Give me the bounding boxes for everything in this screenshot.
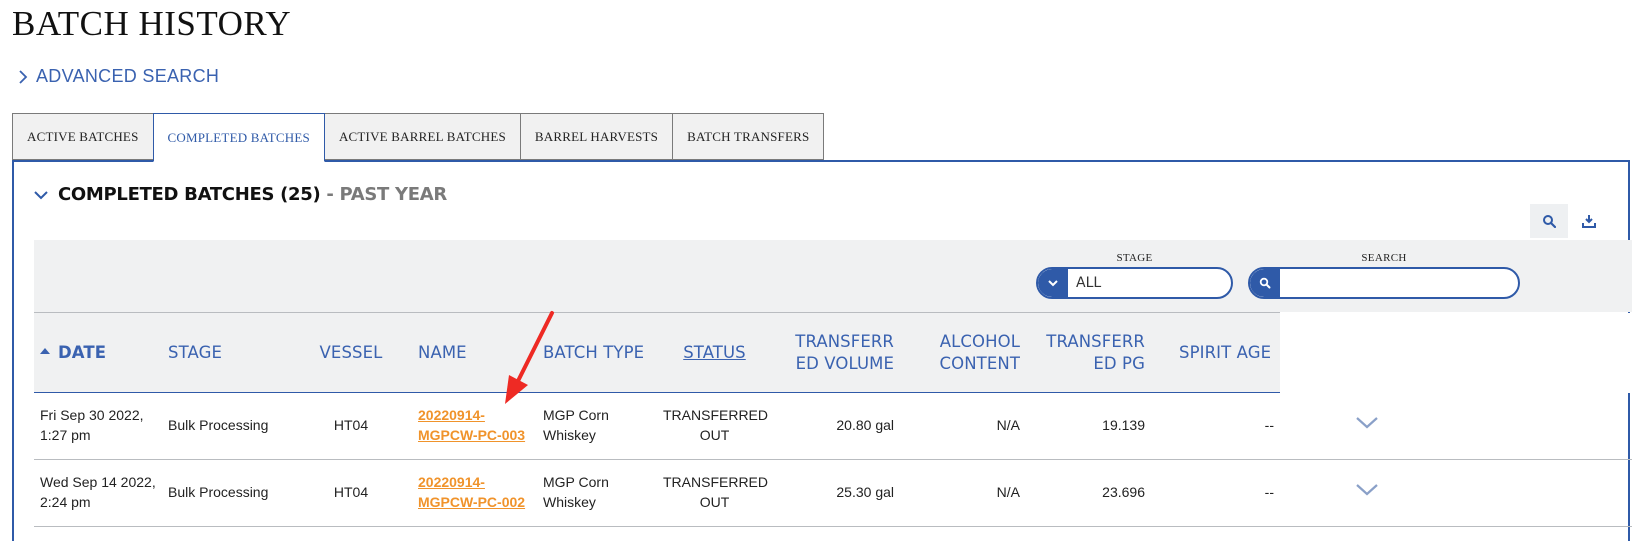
search-filter-label: SEARCH xyxy=(1361,252,1407,264)
section-title: COMPLETED BATCHES (25) xyxy=(58,184,321,205)
completed-batches-panel: COMPLETED BATCHES (25) - PAST YEAR STAGE… xyxy=(12,160,1632,541)
cell-transferred-volume: 20.80 gal xyxy=(836,417,894,434)
cell-batch-type: MGP Corn Whiskey xyxy=(543,407,609,443)
cell-date: Wed Sep 14 2022, 2:24 pm xyxy=(40,474,156,510)
table-row: Fri Sep 30 2022, 1:27 pm Bulk Processing… xyxy=(34,393,1632,460)
row-expand-button[interactable] xyxy=(1280,460,1632,527)
cell-alcohol-content: N/A xyxy=(996,417,1020,434)
search-icon xyxy=(1259,277,1271,289)
cell-vessel: HT04 xyxy=(333,417,369,434)
table-row: Wed Sep 14 2022, 2:24 pm Bulk Processing… xyxy=(34,460,1632,527)
expand-chevron-icon xyxy=(1356,417,1378,429)
cell-status: TRANSFERRED OUT xyxy=(663,474,769,510)
batches-table: DATE STAGE VESSEL NAME BATCH TYPE STATUS… xyxy=(34,312,1632,527)
download-icon xyxy=(1582,215,1596,228)
page-title: BATCH HISTORY xyxy=(12,4,292,43)
cell-transferred-pg: 23.696 xyxy=(1102,484,1145,501)
batch-name-link[interactable]: 20220914-MGPCW-PC-003 xyxy=(412,393,537,460)
section-header[interactable]: COMPLETED BATCHES (25) - PAST YEAR xyxy=(34,184,447,205)
column-header-date[interactable]: DATE xyxy=(34,312,162,393)
cell-vessel: HT04 xyxy=(333,484,369,501)
advanced-search-label: ADVANCED SEARCH xyxy=(36,66,220,86)
column-header-alcohol-content[interactable]: ALCOHOL CONTENT xyxy=(900,312,1026,393)
cell-stage: Bulk Processing xyxy=(168,417,269,434)
column-header-spirit-age[interactable]: SPIRIT AGE xyxy=(1151,312,1280,393)
export-button[interactable] xyxy=(1570,204,1608,238)
cell-alcohol-content: N/A xyxy=(996,484,1020,501)
cell-spirit-age: -- xyxy=(1264,484,1274,501)
row-expand-button[interactable] xyxy=(1280,393,1632,460)
search-input[interactable] xyxy=(1280,269,1518,297)
column-header-stage[interactable]: STAGE xyxy=(162,312,290,393)
column-header-name[interactable]: NAME xyxy=(412,312,537,393)
column-header-transferred-pg[interactable]: TRANSFERR ED PG xyxy=(1026,312,1151,393)
cell-date: Fri Sep 30 2022, 1:27 pm xyxy=(40,407,144,443)
cell-transferred-pg: 19.139 xyxy=(1102,417,1145,434)
sort-up-icon xyxy=(40,348,50,355)
chevron-right-icon xyxy=(19,69,28,84)
tab-active-batches[interactable]: ACTIVE BATCHES xyxy=(12,113,154,160)
table-header-row: DATE STAGE VESSEL NAME BATCH TYPE STATUS… xyxy=(34,312,1632,393)
batch-name-link[interactable]: 20220914-MGPCW-PC-002 xyxy=(412,460,537,527)
filter-bar: STAGE ALL SEARCH xyxy=(34,240,1632,312)
tab-completed-batches[interactable]: COMPLETED BATCHES xyxy=(152,113,325,162)
chevron-down-icon xyxy=(34,190,48,199)
column-header-status[interactable]: STATUS xyxy=(657,312,772,393)
tab-barrel-harvests[interactable]: BARREL HARVESTS xyxy=(519,113,674,160)
cell-transferred-volume: 25.30 gal xyxy=(836,484,894,501)
search-icon xyxy=(1543,215,1556,228)
column-header-transferred-volume[interactable]: TRANSFERR ED VOLUME xyxy=(772,312,900,393)
cell-status: TRANSFERRED OUT xyxy=(663,407,769,443)
stage-select[interactable]: ALL xyxy=(1036,267,1233,299)
tab-active-barrel-batches[interactable]: ACTIVE BARREL BATCHES xyxy=(323,113,521,160)
tab-batch-transfers[interactable]: BATCH TRANSFERS xyxy=(672,113,825,160)
cell-spirit-age: -- xyxy=(1264,417,1274,434)
search-filter: SEARCH xyxy=(1248,252,1520,299)
section-subtitle: - PAST YEAR xyxy=(320,184,447,205)
column-header-batch-type[interactable]: BATCH TYPE xyxy=(537,312,657,393)
cell-batch-type: MGP Corn Whiskey xyxy=(543,474,609,510)
search-field xyxy=(1248,267,1520,299)
chevron-down-icon xyxy=(1048,280,1058,287)
stage-select-value: ALL xyxy=(1076,275,1102,291)
batch-tabs: ACTIVE BATCHES COMPLETED BATCHES ACTIVE … xyxy=(12,113,825,162)
expand-chevron-icon xyxy=(1356,484,1378,496)
cell-stage: Bulk Processing xyxy=(168,484,269,501)
stage-filter-label: STAGE xyxy=(1116,252,1153,264)
stage-filter: STAGE ALL xyxy=(1036,252,1233,299)
column-header-vessel[interactable]: VESSEL xyxy=(290,312,412,393)
table-search-button[interactable] xyxy=(1530,204,1568,238)
advanced-search-toggle[interactable]: ADVANCED SEARCH xyxy=(18,66,219,87)
